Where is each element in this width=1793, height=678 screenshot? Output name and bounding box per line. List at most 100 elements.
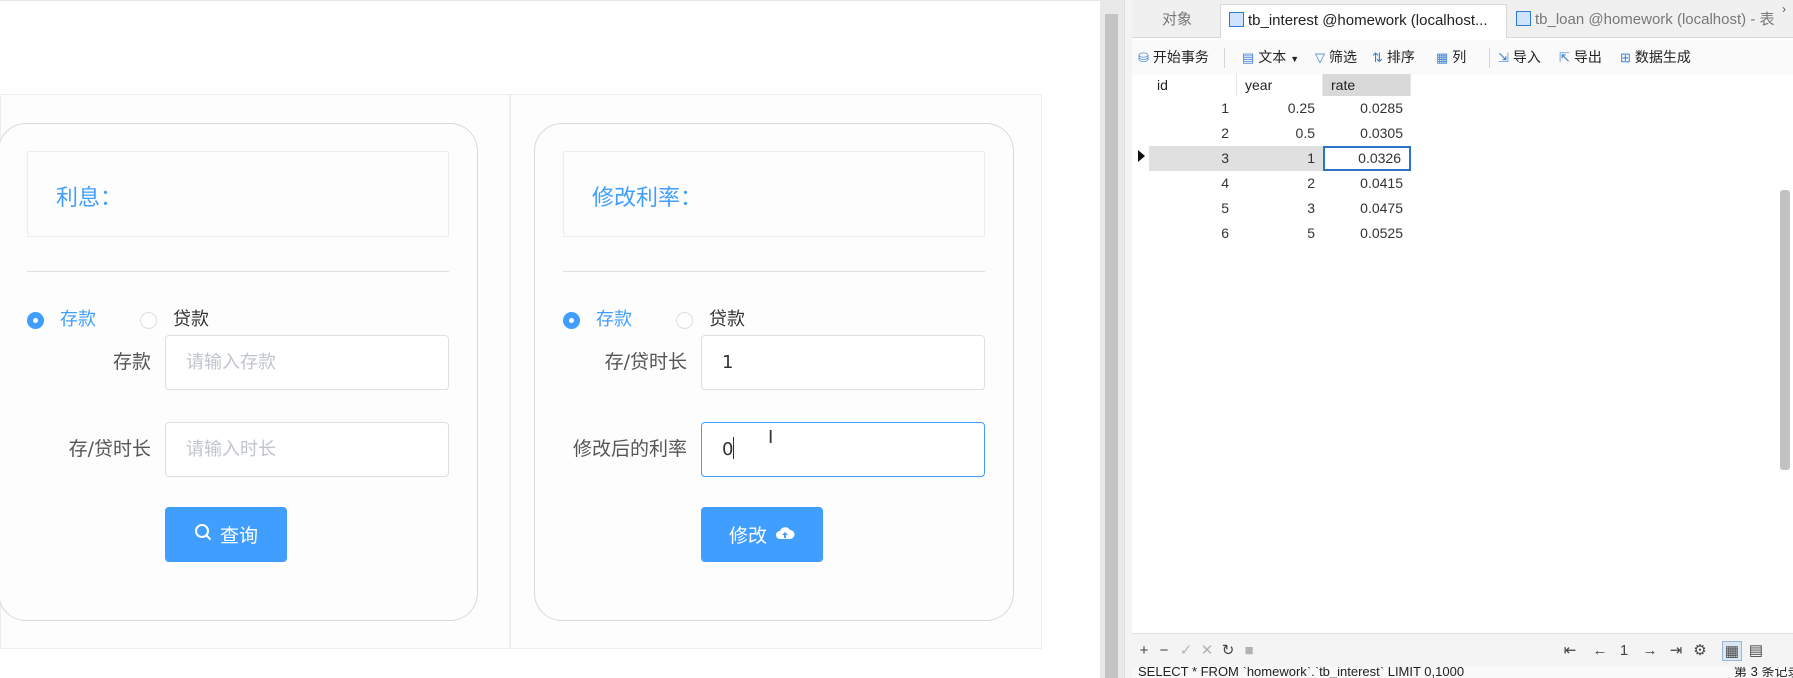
rate-title: 修改利率： xyxy=(592,186,703,211)
window-splitter[interactable] xyxy=(1100,0,1124,678)
table-row[interactable]: 5 3 0.0475 xyxy=(1149,196,1411,221)
divider xyxy=(563,271,985,272)
import-button[interactable]: ⇲ 导入 xyxy=(1498,46,1541,68)
data-generation-icon: ⊞ xyxy=(1620,50,1631,65)
form-view-icon[interactable]: ▤ xyxy=(1746,641,1766,661)
rate-header: 修改利率： xyxy=(563,151,985,237)
term-input[interactable]: 1 xyxy=(701,335,985,390)
cell-id[interactable]: 3 xyxy=(1149,146,1237,171)
table-row[interactable]: 2 0.5 0.0305 xyxy=(1149,121,1411,146)
vertical-scrollbar[interactable] xyxy=(1780,190,1790,470)
sort-label: 排序 xyxy=(1386,49,1415,65)
refresh-icon[interactable]: ↻ xyxy=(1218,641,1238,661)
filter-label: 筛选 xyxy=(1329,49,1357,65)
cell-id[interactable]: 4 xyxy=(1149,171,1237,196)
sort-button[interactable]: ⇅ 排序 xyxy=(1372,46,1415,68)
dropdown-icon: ▼ xyxy=(1290,54,1300,64)
stop-icon[interactable]: ■ xyxy=(1239,641,1259,661)
delete-record-icon[interactable]: − xyxy=(1154,641,1174,661)
term-label: 存/贷时长 xyxy=(604,351,687,373)
table-row[interactable]: 1 0.25 0.0285 xyxy=(1149,96,1411,121)
cell-id[interactable]: 6 xyxy=(1149,221,1237,246)
cell-year[interactable]: 0.25 xyxy=(1237,96,1323,121)
term-input[interactable]: 请输入时长 xyxy=(165,422,449,477)
radio-loan-label[interactable]: 贷款 xyxy=(709,308,745,332)
splitter-scrollbar[interactable] xyxy=(1105,14,1118,678)
cell-rate[interactable]: 0.0415 xyxy=(1323,171,1411,196)
export-icon: ⇱ xyxy=(1559,50,1570,65)
cell-year[interactable]: 0.5 xyxy=(1237,121,1323,146)
cell-rate[interactable]: 0.0475 xyxy=(1323,196,1411,221)
begin-transaction-button[interactable]: ⛁ 开始事务 xyxy=(1138,46,1209,68)
tab-objects[interactable]: 对象 xyxy=(1150,4,1220,38)
table-row[interactable]: 4 2 0.0415 xyxy=(1149,171,1411,196)
cell-rate[interactable]: 0.0305 xyxy=(1323,121,1411,146)
modify-button-label: 修改 xyxy=(728,525,767,547)
previous-page-icon[interactable]: ← xyxy=(1590,641,1610,661)
data-generation-button[interactable]: ⊞ 数据生成 xyxy=(1620,46,1691,68)
cell-rate[interactable]: 0.0525 xyxy=(1323,221,1411,246)
navicat-window: 对象 tb_interest @homework (localhost... t… xyxy=(1132,0,1793,678)
cell-rate[interactable]: 0.0285 xyxy=(1323,96,1411,121)
cell-id[interactable]: 2 xyxy=(1149,121,1237,146)
table-row[interactable]: 6 5 0.0525 xyxy=(1149,221,1411,246)
radio-loan-label[interactable]: 贷款 xyxy=(173,308,209,332)
column-header-year[interactable]: year xyxy=(1237,74,1323,96)
radio-deposit[interactable] xyxy=(563,312,580,329)
export-button[interactable]: ⇱ 导出 xyxy=(1559,46,1602,68)
cell-id[interactable]: 1 xyxy=(1149,96,1237,121)
radio-deposit-label[interactable]: 存款 xyxy=(60,308,96,332)
table-row-selected[interactable]: 3 1 0.0326 xyxy=(1149,146,1411,171)
deposit-input[interactable]: 请输入存款 xyxy=(165,335,449,390)
next-page-icon[interactable]: → xyxy=(1640,641,1660,661)
cell-year[interactable]: 1 xyxy=(1237,146,1323,171)
page-number[interactable]: 1 xyxy=(1614,641,1634,661)
splitter-edge xyxy=(1124,0,1132,678)
cell-year[interactable]: 2 xyxy=(1237,171,1323,196)
apply-changes-icon[interactable]: ✓ xyxy=(1176,641,1196,661)
import-label: 导入 xyxy=(1512,49,1541,65)
radio-loan[interactable] xyxy=(140,312,157,329)
data-generation-label: 数据生成 xyxy=(1634,49,1691,65)
modify-button[interactable]: 修改 xyxy=(701,507,823,562)
column-header-id[interactable]: id xyxy=(1149,74,1237,96)
toolbar-separator xyxy=(1224,48,1225,68)
export-label: 导出 xyxy=(1573,49,1602,65)
grid-view-icon[interactable]: ▦ xyxy=(1722,641,1742,661)
current-row-arrow-icon xyxy=(1138,150,1145,162)
toolbar-separator xyxy=(1489,48,1490,68)
settings-gear-icon[interactable]: ⚙ xyxy=(1690,641,1710,661)
sql-statement: SELECT * FROM `homework`.`tb_interest` L… xyxy=(1138,667,1465,678)
text-button[interactable]: ▤ 文本 ▼ xyxy=(1242,46,1299,68)
tabs-overflow-icon[interactable]: › xyxy=(1782,2,1786,16)
radio-deposit[interactable] xyxy=(27,312,44,329)
tab-tb-interest[interactable]: tb_interest @homework (localhost... xyxy=(1220,4,1507,38)
rate-input-value: 0 xyxy=(722,439,734,460)
filter-button[interactable]: ▽ 筛选 xyxy=(1315,46,1357,68)
column-header-rate[interactable]: rate xyxy=(1323,74,1411,96)
cell-rate-editing[interactable]: 0.0326 xyxy=(1323,146,1411,171)
toolbar: ⛁ 开始事务 ▤ 文本 ▼ ▽ 筛选 ⇅ 排序 ▦ 列 ⇲ 导入 ⇱ 导出 ⊞ 数据生成 xyxy=(1132,40,1793,74)
radio-deposit-label[interactable]: 存款 xyxy=(596,308,632,332)
columns-button[interactable]: ▦ 列 xyxy=(1436,46,1466,68)
add-record-icon[interactable]: + xyxy=(1134,641,1154,661)
interest-card: 利息： 存款 贷款 存款 请输入存款 存/贷时长 请输入时长 查询 xyxy=(0,123,478,621)
cell-year[interactable]: 5 xyxy=(1237,221,1323,246)
transaction-icon: ⛁ xyxy=(1138,50,1149,65)
last-page-icon[interactable]: ⇥ xyxy=(1666,641,1686,661)
tab-tb-interest-label: tb_interest @homework (localhost... xyxy=(1248,12,1488,29)
first-page-icon[interactable]: ⇤ xyxy=(1560,641,1580,661)
rate-card: 修改利率： 存款 贷款 存/贷时长 1 修改后的利率 0 I 修改 xyxy=(534,123,1014,621)
rate-input[interactable]: 0 xyxy=(701,422,985,477)
term-label: 存/贷时长 xyxy=(68,438,151,460)
text-label: 文本 xyxy=(1258,49,1287,65)
tab-tb-loan[interactable]: tb_loan @homework (localhost) - 表 xyxy=(1510,4,1785,38)
cloud-upload-icon xyxy=(775,524,795,546)
discard-changes-icon[interactable]: ✕ xyxy=(1197,641,1217,661)
query-button[interactable]: 查询 xyxy=(165,507,287,562)
cell-year[interactable]: 3 xyxy=(1237,196,1323,221)
cell-id[interactable]: 5 xyxy=(1149,196,1237,221)
text-cursor-icon: I xyxy=(768,427,774,448)
import-icon: ⇲ xyxy=(1498,50,1509,65)
radio-loan[interactable] xyxy=(676,312,693,329)
